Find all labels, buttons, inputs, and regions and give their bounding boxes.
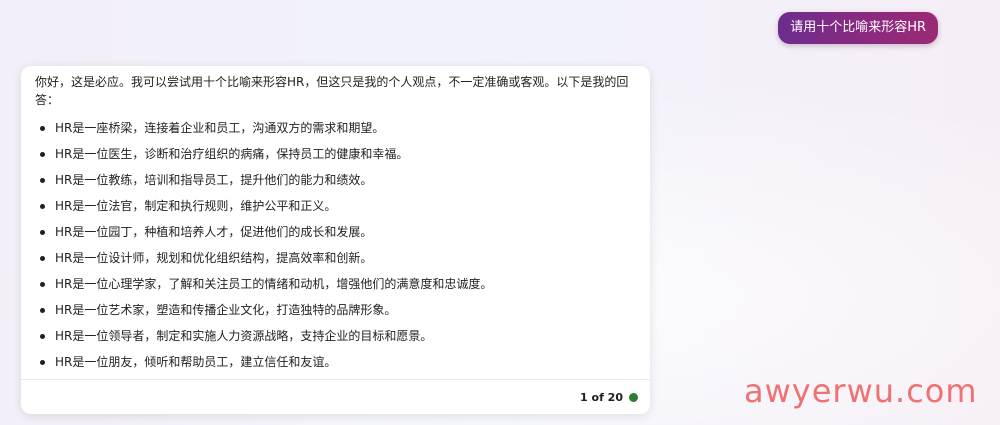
response-counter: 1 of 20 bbox=[580, 390, 623, 404]
list-item: HR是一位园丁，种植和培养人才，促进他们的成长和发展。 bbox=[35, 219, 636, 245]
list-item: HR是一位法官，制定和执行规则，维护公平和正义。 bbox=[35, 193, 636, 219]
list-item: HR是一位心理学家，了解和关注员工的情绪和动机，增强他们的满意度和忠诚度。 bbox=[35, 271, 636, 297]
assistant-bullet-list: HR是一座桥梁，连接着企业和员工，沟通双方的需求和期望。 HR是一位医生，诊断和… bbox=[35, 115, 636, 375]
assistant-intro-text: 你好，这是必应。我可以尝试用十个比喻来形容HR，但这只是我的个人观点，不一定准确… bbox=[35, 75, 629, 107]
list-item: HR是一位医生，诊断和治疗组织的病痛，保持员工的健康和幸福。 bbox=[35, 141, 636, 167]
list-item: HR是一位朋友，倾听和帮助员工，建立信任和友谊。 bbox=[35, 349, 636, 375]
user-message-bubble: 请用十个比喻来形容HR bbox=[778, 12, 938, 44]
list-item: HR是一位领导者，制定和实施人力资源战略，支持企业的目标和愿景。 bbox=[35, 323, 636, 349]
assistant-message-card: 你好，这是必应。我可以尝试用十个比喻来形容HR，但这只是我的个人观点，不一定准确… bbox=[21, 66, 650, 414]
status-dot-icon bbox=[629, 392, 638, 402]
list-item: HR是一位艺术家，塑造和传播企业文化，打造独特的品牌形象。 bbox=[35, 297, 636, 323]
watermark-text: awyerwu.com bbox=[744, 372, 978, 410]
list-item: HR是一位教练，培训和指导员工，提升他们的能力和绩效。 bbox=[35, 167, 636, 193]
assistant-message-content: 你好，这是必应。我可以尝试用十个比喻来形容HR，但这只是我的个人观点，不一定准确… bbox=[21, 66, 650, 375]
assistant-footer: 1 of 20 bbox=[21, 380, 650, 414]
list-item: HR是一座桥梁，连接着企业和员工，沟通双方的需求和期望。 bbox=[35, 115, 636, 141]
list-item: HR是一位设计师，规划和优化组织结构，提高效率和创新。 bbox=[35, 245, 636, 271]
